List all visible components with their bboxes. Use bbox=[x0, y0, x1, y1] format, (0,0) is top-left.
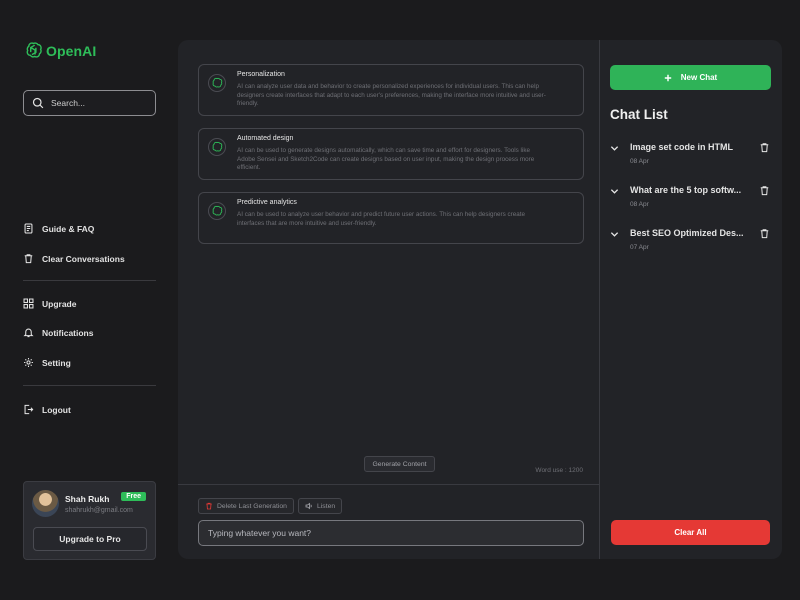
profile-card: Shah Rukh shahrukh@gmail.com Free Upgrad… bbox=[23, 481, 156, 560]
card-text: AI can analyze user data and behavior to… bbox=[237, 83, 546, 107]
document-icon bbox=[24, 223, 33, 234]
sidebar-item-label: Logout bbox=[42, 404, 71, 415]
openai-icon bbox=[208, 74, 226, 92]
new-chat-button[interactable]: New Chat bbox=[610, 65, 771, 90]
sidebar-item-label: Clear Conversations bbox=[42, 253, 125, 264]
chat-date: 08 Apr bbox=[630, 201, 649, 208]
sidebar-divider bbox=[23, 280, 156, 281]
sidebar-item-setting[interactable]: Setting bbox=[23, 357, 71, 368]
openai-logo-icon bbox=[26, 42, 42, 58]
clear-all-button[interactable]: Clear All bbox=[611, 520, 770, 545]
plan-badge: Free bbox=[121, 492, 146, 501]
chat-list-item[interactable]: Image set code in HTML 08 Apr bbox=[610, 142, 772, 172]
sidebar-item-label: Guide & FAQ bbox=[42, 223, 95, 234]
card-title: Automated design bbox=[237, 135, 294, 142]
profile-email: shahrukh@gmail.com bbox=[65, 507, 133, 514]
generate-content-button[interactable]: Generate Content bbox=[364, 456, 435, 472]
sidebar-item-clear-conversations[interactable]: Clear Conversations bbox=[23, 253, 125, 264]
delete-last-generation-button[interactable]: Delete Last Generation bbox=[198, 498, 294, 514]
bell-icon bbox=[23, 328, 34, 338]
chat-area: Personalization AI can analyze user data… bbox=[178, 40, 599, 559]
suggestion-card[interactable]: Automated design AI can be used to gener… bbox=[198, 128, 584, 180]
sidebar: OpenAI Guide & FAQ Clear Conversations U… bbox=[0, 0, 170, 600]
word-use-counter: Word use : 1200 bbox=[535, 467, 583, 474]
chat-title: Image set code in HTML bbox=[630, 142, 734, 152]
card-text: AI can be used to analyze user behavior … bbox=[237, 211, 525, 227]
suggestion-card[interactable]: Personalization AI can analyze user data… bbox=[198, 64, 584, 116]
openai-icon bbox=[208, 138, 226, 156]
delete-label: Delete Last Generation bbox=[217, 502, 287, 510]
search-icon bbox=[32, 97, 44, 109]
chat-date: 08 Apr bbox=[630, 158, 649, 165]
composer-divider bbox=[178, 484, 599, 485]
plus-icon bbox=[664, 74, 671, 81]
gear-icon bbox=[24, 358, 33, 367]
sidebar-item-label: Upgrade bbox=[42, 298, 77, 309]
logout-icon bbox=[24, 404, 34, 415]
sidebar-item-guide-faq[interactable]: Guide & FAQ bbox=[23, 223, 94, 234]
listen-label: Listen bbox=[317, 502, 336, 510]
chevron-down-icon[interactable] bbox=[610, 230, 619, 239]
logo[interactable]: OpenAI bbox=[24, 41, 96, 60]
logo-text: OpenAI bbox=[46, 42, 97, 59]
chat-list-item[interactable]: What are the 5 top softw... 08 Apr bbox=[610, 185, 772, 215]
chat-title: What are the 5 top softw... bbox=[630, 185, 742, 195]
trash-icon[interactable] bbox=[759, 185, 770, 196]
grid-icon bbox=[23, 298, 34, 309]
chat-list-title: Chat List bbox=[610, 107, 668, 122]
trash-icon[interactable] bbox=[759, 142, 770, 153]
new-chat-label: New Chat bbox=[680, 73, 718, 82]
trash-icon[interactable] bbox=[759, 228, 770, 239]
listen-button[interactable]: Listen bbox=[298, 498, 343, 514]
message-input[interactable] bbox=[208, 528, 568, 538]
card-text: AI can be used to generate designs autom… bbox=[237, 147, 535, 171]
upgrade-to-pro-button[interactable]: Upgrade to Pro bbox=[33, 527, 147, 551]
card-title: Predictive analytics bbox=[237, 199, 297, 206]
chat-list-item[interactable]: Best SEO Optimized Des... 07 Apr bbox=[610, 228, 772, 258]
avatar[interactable] bbox=[32, 490, 59, 517]
sidebar-divider bbox=[23, 385, 156, 386]
card-title: Personalization bbox=[237, 71, 285, 78]
message-input-box[interactable] bbox=[198, 520, 584, 546]
openai-icon bbox=[208, 202, 226, 220]
sidebar-item-upgrade[interactable]: Upgrade bbox=[23, 298, 76, 309]
sidebar-item-logout[interactable]: Logout bbox=[23, 404, 71, 415]
sidebar-item-notifications[interactable]: Notifications bbox=[23, 327, 93, 338]
sidebar-item-label: Notifications bbox=[42, 327, 94, 338]
panel-divider bbox=[599, 40, 600, 559]
main-panel: Personalization AI can analyze user data… bbox=[178, 40, 782, 559]
chat-date: 07 Apr bbox=[630, 244, 649, 251]
chevron-down-icon[interactable] bbox=[610, 144, 619, 153]
trash-icon bbox=[206, 502, 212, 510]
search-input[interactable] bbox=[51, 98, 146, 108]
suggestion-card[interactable]: Predictive analytics AI can be used to a… bbox=[198, 192, 584, 244]
profile-name: Shah Rukh bbox=[65, 494, 110, 504]
chevron-down-icon[interactable] bbox=[610, 187, 619, 196]
speaker-icon bbox=[305, 502, 312, 510]
sidebar-item-label: Setting bbox=[42, 357, 71, 368]
search-box[interactable] bbox=[23, 90, 156, 116]
trash-icon bbox=[24, 254, 33, 264]
chat-title: Best SEO Optimized Des... bbox=[630, 228, 744, 238]
